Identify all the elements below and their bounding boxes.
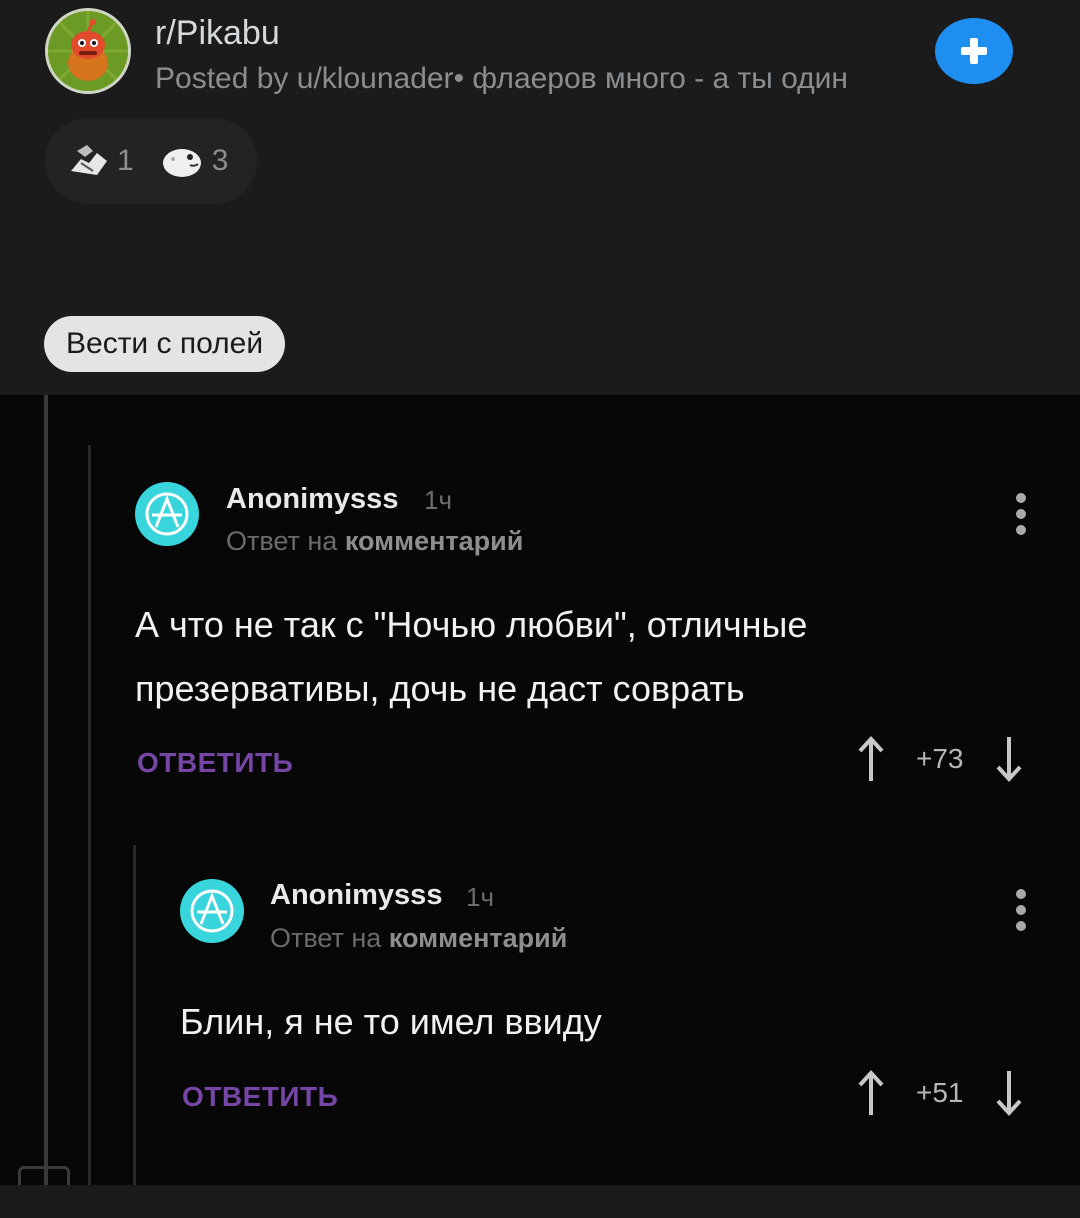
comment-menu-icon[interactable] [1016,493,1028,541]
posted-by-prefix: Posted by [155,62,297,95]
thread-line-level2 [133,845,136,1185]
subreddit-name[interactable]: r/Pikabu [155,14,280,53]
comment-time: 1ч [424,485,453,515]
comment-menu-icon[interactable] [1016,889,1028,937]
upvote-arrow-icon[interactable] [856,735,886,783]
subreddit-avatar-icon[interactable] [45,8,131,94]
reply-to-link[interactable]: комментарий [389,923,568,953]
user-avatar-icon[interactable] [135,482,199,546]
comment-text: А что не так с "Ночью любви", отличные п… [135,593,1035,721]
comment-author[interactable]: Anonimysss [226,483,398,516]
reply-to-link[interactable]: комментарий [345,526,524,556]
thread-line-level1 [88,445,91,1185]
user-flair: флаеров много - а ты один [464,62,848,95]
vote-controls: +73 [856,735,1024,783]
comments-screenshot: Anonimysss 1ч Ответ на комментарий А что… [0,395,1080,1185]
reply-button[interactable]: ОТВЕТИТЬ [182,1081,338,1113]
comment-text-line: Блин, я не то имел ввиду [180,1001,602,1042]
plus-icon [961,38,987,64]
username-link[interactable]: u/klounader [297,62,454,95]
comment-text-line: презервативы, дочь не даст соврать [135,668,745,709]
vote-controls: +51 [856,1069,1024,1117]
handshake-award-icon [71,145,107,175]
user-avatar-icon[interactable] [180,879,244,943]
comment-time: 1ч [466,882,495,912]
reply-to-prefix: Ответ на [270,923,389,953]
awards-pill[interactable]: 1 3 [45,118,257,204]
reply-to-line: Ответ на комментарий [270,923,567,954]
posted-by-line: Posted by u/klounader• флаеров много - а… [155,62,848,96]
downvote-arrow-icon[interactable] [994,1069,1024,1117]
thread-line-outer [44,395,48,1185]
comment-author[interactable]: Anonimysss [270,879,442,912]
comment-text: Блин, я не то имел ввиду [180,990,1030,1054]
comment-score: +51 [916,1077,964,1108]
award-2-count: 3 [211,144,229,177]
join-button[interactable] [935,18,1013,84]
upvote-arrow-icon[interactable] [856,1069,886,1117]
comment-score: +73 [916,743,964,774]
seal-award-icon [162,149,201,177]
separator-dot: • [453,62,465,95]
reply-button[interactable]: ОТВЕТИТЬ [137,747,293,779]
post-flair-tag[interactable]: Вести с полей [44,316,286,372]
reply-to-line: Ответ на комментарий [226,526,523,557]
comment-text-line: А что не так с "Ночью любви", отличные [135,604,808,645]
award-1-count: 1 [117,144,134,177]
post-header: r/Pikabu Posted by u/klounader• флаеров … [0,0,1080,395]
bottom-bar [0,1185,1080,1218]
downvote-arrow-icon[interactable] [994,735,1024,783]
reply-to-prefix: Ответ на [226,526,345,556]
